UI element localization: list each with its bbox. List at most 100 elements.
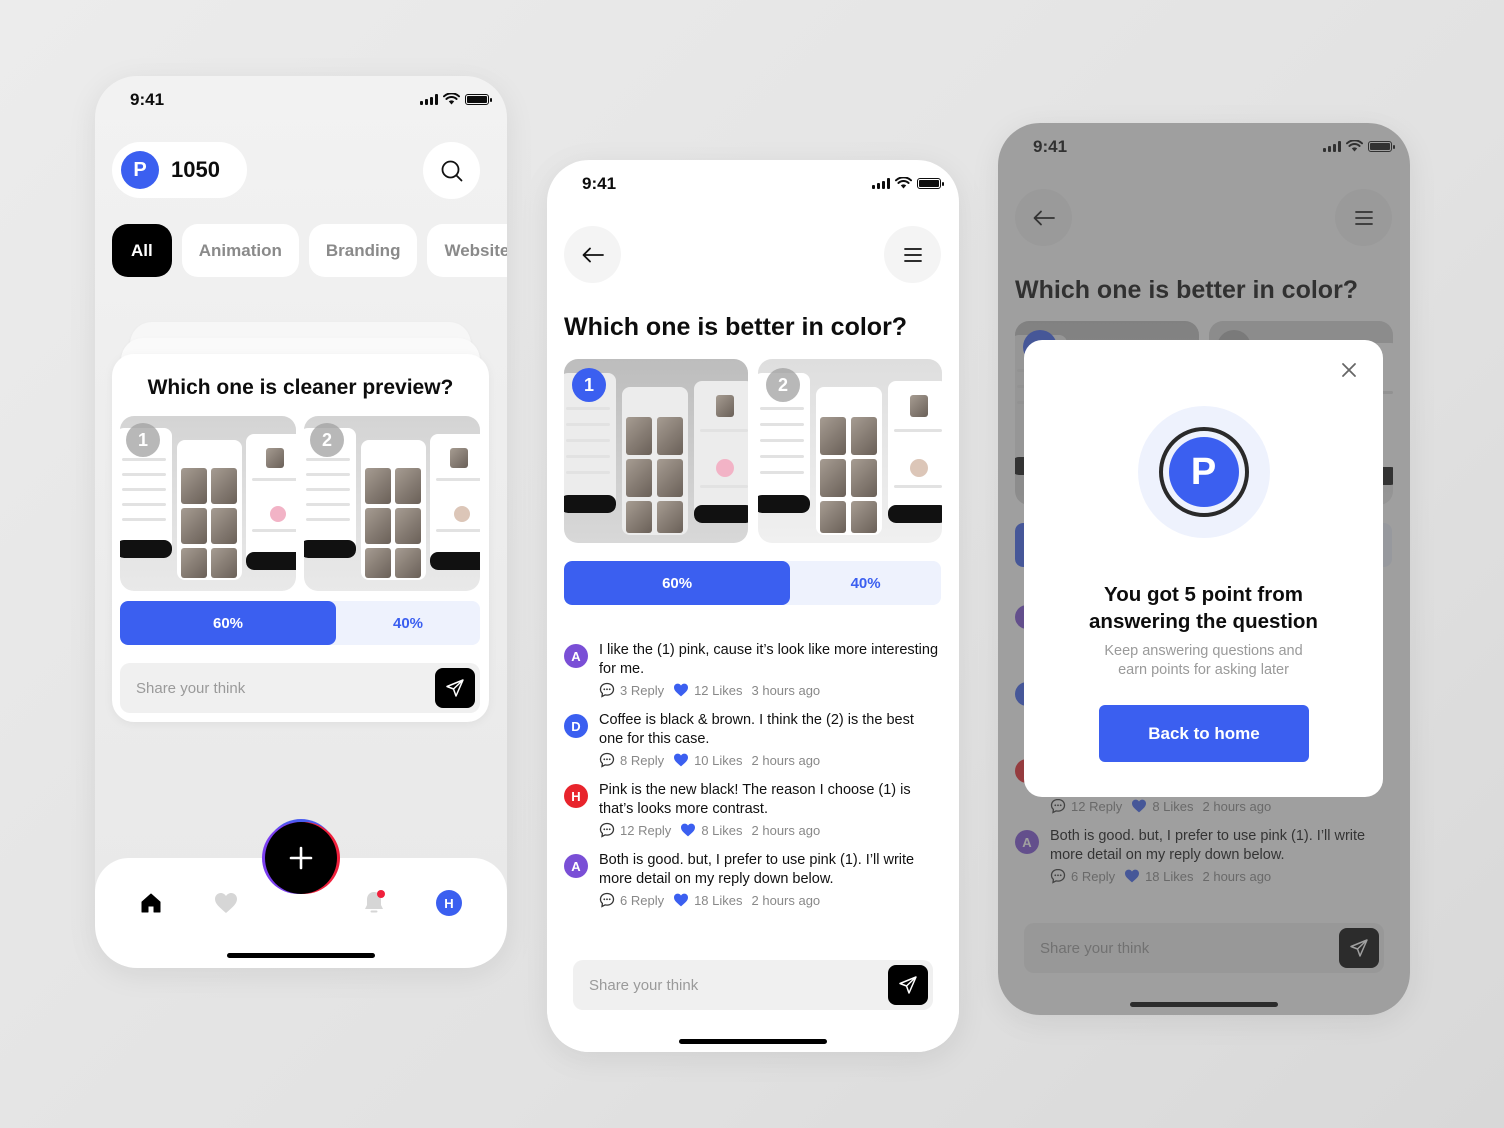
home-indicator: [227, 953, 375, 958]
plus-icon: [289, 846, 313, 870]
modal-subtitle-line1: Keep answering questions and: [1104, 643, 1303, 659]
preview-option-2[interactable]: 2: [304, 416, 480, 591]
poll-option-2[interactable]: 40%: [336, 601, 480, 645]
reply-button[interactable]: 12 Reply: [599, 822, 671, 838]
comment-text: Pink is the new black! The reason I choo…: [599, 782, 911, 817]
modal-subtitle: Keep answering questions and earn points…: [1024, 642, 1383, 680]
commenter-avatar: H: [564, 784, 588, 808]
comment-time: 3 hours ago: [751, 682, 821, 698]
comment-text: I like the (1) pink, cause it’s look lik…: [599, 642, 939, 677]
comment-time: 2 hours ago: [751, 892, 821, 908]
reply-count: 3 Reply: [620, 682, 665, 698]
like-button[interactable]: 12 Likes: [673, 682, 743, 698]
tab-website[interactable]: Website: [427, 224, 507, 277]
signal-icon: [420, 93, 438, 105]
modal-title-line2: answering the question: [1089, 610, 1318, 633]
arrow-left-icon: [582, 247, 604, 262]
option-number-1: 1: [126, 423, 160, 457]
reward-modal: P You got 5 point from answering the que…: [1024, 340, 1383, 797]
heart-icon: [674, 893, 689, 907]
status-bar: 9:41: [547, 160, 959, 210]
commenter-avatar: D: [564, 714, 588, 738]
comment-time: 2 hours ago: [751, 822, 821, 838]
reply-button[interactable]: 3 Reply: [599, 682, 664, 698]
poll-results[interactable]: 60% 40%: [120, 601, 480, 645]
notification-dot: [377, 890, 385, 898]
question-detail-screen: 9:41 Which one is better in color? 1 2 6…: [547, 160, 959, 1052]
points-balance[interactable]: P 1050: [112, 142, 247, 198]
tab-home[interactable]: [136, 888, 166, 918]
question-card[interactable]: Which one is cleaner preview? 1 2 60% 40…: [112, 354, 489, 722]
tab-profile[interactable]: H: [434, 888, 464, 918]
create-question-button[interactable]: [265, 822, 337, 894]
comment-list: A I like the (1) pink, cause it’s look l…: [564, 641, 942, 921]
menu-button[interactable]: [884, 226, 941, 283]
modal-subtitle-line2: earn points for asking later: [1118, 662, 1289, 678]
comment-item: D Coffee is black & brown. I think the (…: [564, 711, 942, 768]
heart-icon: [681, 823, 696, 837]
close-button[interactable]: [1337, 358, 1361, 382]
menu-icon: [903, 247, 922, 262]
poll-option-1[interactable]: 60%: [564, 561, 791, 605]
poll-results[interactable]: 60% 40%: [564, 561, 941, 605]
comment-input-box: [120, 663, 480, 713]
points-value: 1050: [171, 157, 220, 182]
commenter-avatar: A: [564, 854, 588, 878]
category-tabs: All Animation Branding Website: [112, 224, 507, 277]
modal-title: You got 5 point from answering the quest…: [1024, 581, 1383, 635]
send-button[interactable]: [888, 965, 928, 1005]
chat-bubble-icon: [599, 822, 615, 838]
like-button[interactable]: 8 Likes: [680, 822, 743, 838]
preview-option-1[interactable]: 1: [120, 416, 296, 591]
tab-favorites[interactable]: [211, 888, 241, 918]
reply-count: 12 Reply: [620, 822, 672, 838]
home-indicator: [679, 1039, 827, 1044]
reply-count: 8 Reply: [620, 752, 665, 768]
like-button[interactable]: 10 Likes: [673, 752, 743, 768]
like-count: 12 Likes: [694, 682, 743, 698]
comment-input[interactable]: [136, 679, 435, 697]
send-icon: [899, 976, 917, 994]
wifi-icon: [443, 93, 460, 105]
comment-item: H Pink is the new black! The reason I ch…: [564, 781, 942, 838]
comment-input[interactable]: [589, 976, 888, 994]
back-to-home-button[interactable]: Back to home: [1099, 705, 1309, 762]
send-icon: [446, 679, 464, 697]
battery-icon: [917, 177, 944, 189]
reply-button[interactable]: 6 Reply: [599, 892, 664, 908]
tab-notifications[interactable]: [359, 888, 389, 918]
search-icon: [441, 160, 462, 181]
tab-animation[interactable]: Animation: [181, 224, 299, 277]
like-count: 18 Likes: [694, 892, 743, 908]
modal-title-line1: You got 5 point from: [1104, 583, 1303, 606]
tab-all[interactable]: All: [112, 224, 172, 277]
signal-icon: [872, 177, 890, 189]
points-badge-icon: P: [121, 151, 159, 189]
commenter-avatar: A: [564, 644, 588, 668]
status-time: 9:41: [130, 90, 165, 109]
option-number-1: 1: [572, 368, 606, 402]
points-medal-icon: P: [1137, 406, 1270, 538]
home-icon: [141, 893, 161, 913]
preview-option-2[interactable]: 2: [758, 359, 942, 543]
comment-input-box: [573, 960, 933, 1010]
reply-button[interactable]: 8 Reply: [599, 752, 664, 768]
back-button[interactable]: [564, 226, 621, 283]
tab-branding[interactable]: Branding: [308, 224, 418, 277]
comment-text: Coffee is black & brown. I think the (2)…: [599, 712, 914, 747]
profile-avatar: H: [436, 890, 462, 916]
poll-option-2[interactable]: 40%: [790, 561, 941, 605]
close-icon: [1342, 363, 1356, 377]
battery-icon: [465, 93, 492, 105]
like-button[interactable]: 18 Likes: [673, 892, 743, 908]
send-button[interactable]: [435, 668, 475, 708]
preview-option-1[interactable]: 1: [564, 359, 748, 543]
comment-time: 2 hours ago: [751, 752, 821, 768]
comment-text: Both is good. but, I prefer to use pink …: [599, 852, 915, 887]
option-number-2: 2: [766, 368, 800, 402]
points-badge-letter: P: [1168, 437, 1239, 507]
poll-option-1[interactable]: 60%: [120, 601, 336, 645]
search-button[interactable]: [423, 142, 480, 199]
like-count: 8 Likes: [701, 822, 743, 838]
like-count: 10 Likes: [694, 752, 743, 768]
